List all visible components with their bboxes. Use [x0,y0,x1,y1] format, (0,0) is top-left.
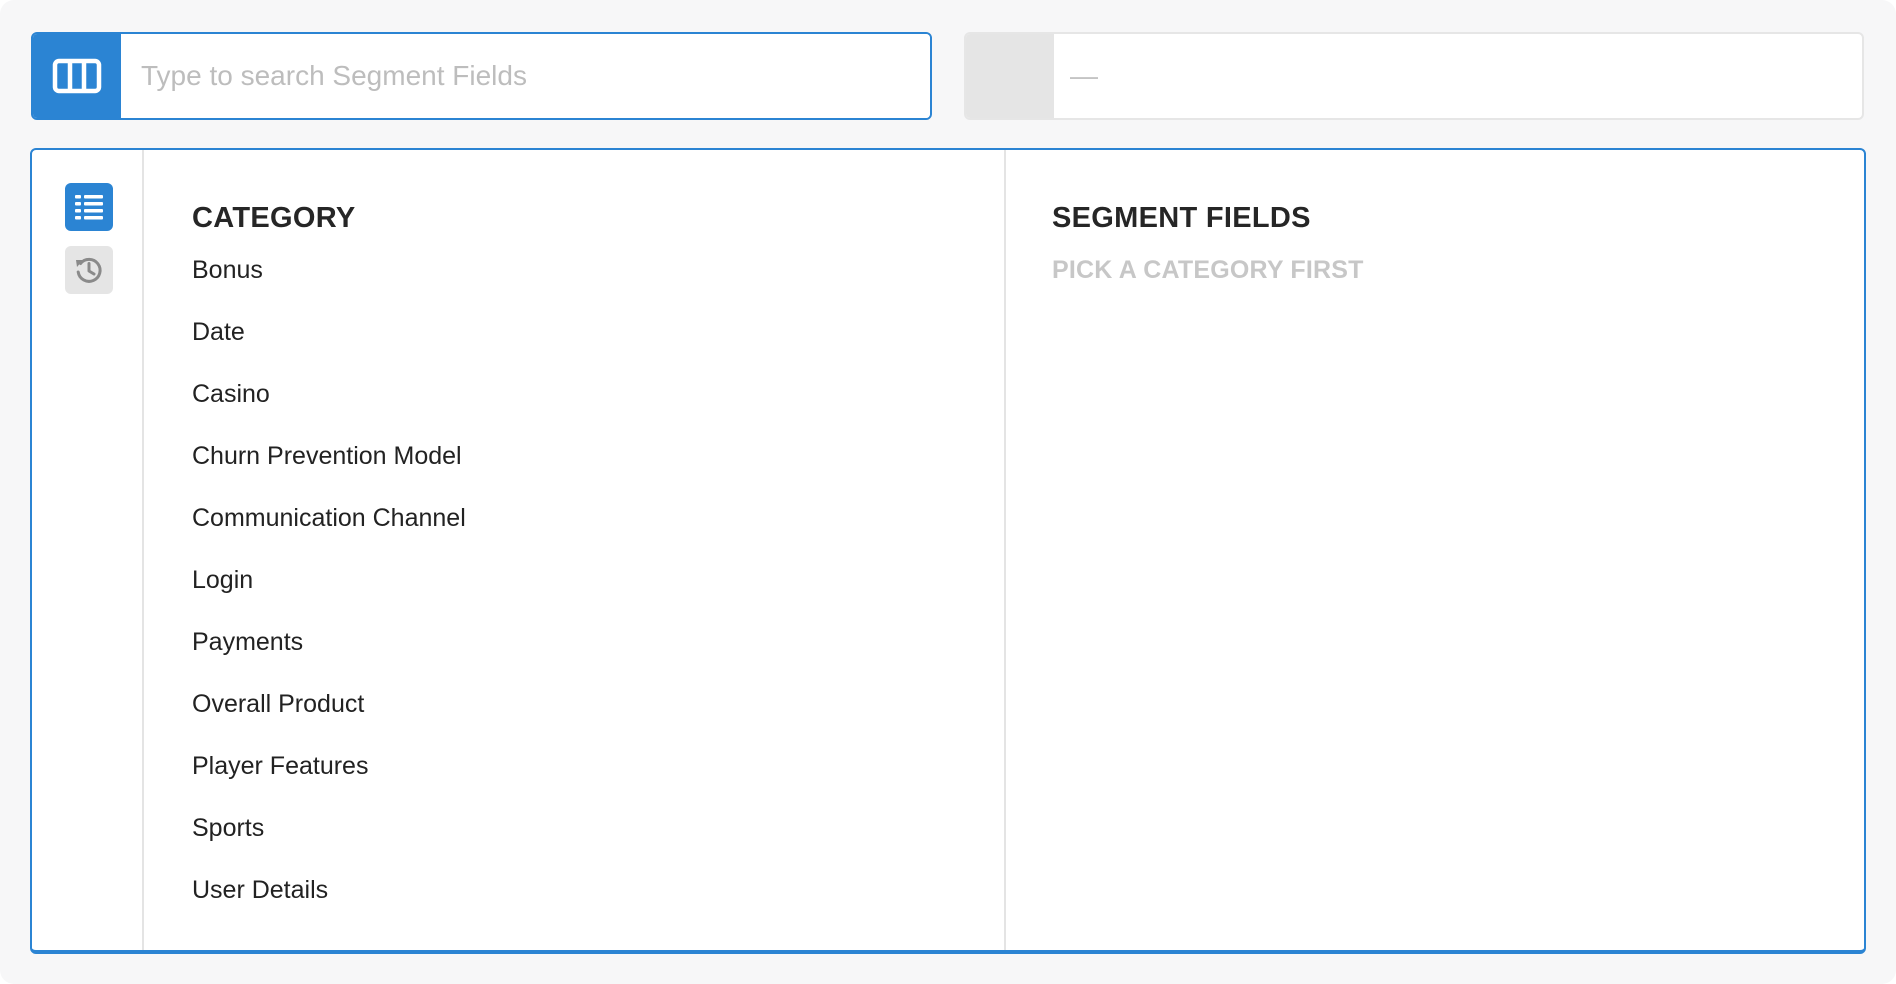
segment-fields-heading: SEGMENT FIELDS [1052,202,1311,234]
category-item[interactable]: Overall Product [192,688,466,750]
category-item[interactable]: Bonus [192,254,466,316]
picker-panel: CATEGORY Bonus Date Casino Churn Prevent… [30,148,1866,954]
category-item[interactable]: Payments [192,626,466,688]
view-rail [32,150,144,950]
category-item[interactable]: User Details [192,874,466,936]
search-bar [31,32,932,120]
columns-icon [52,58,102,94]
category-heading: CATEGORY [192,202,356,234]
column-divider [1004,150,1006,950]
segment-picker: — [0,0,1896,984]
category-item[interactable]: Casino [192,378,466,440]
columns-icon-button[interactable] [33,34,121,118]
category-item[interactable]: Login [192,564,466,626]
history-view-button[interactable] [65,246,113,294]
category-item[interactable]: Churn Prevention Model [192,440,466,502]
category-item[interactable]: Player Features [192,750,466,812]
list-view-button[interactable] [65,183,113,231]
segment-fields-hint: PICK A CATEGORY FIRST [1052,256,1364,284]
category-item[interactable]: Communication Channel [192,502,466,564]
history-icon [76,257,102,283]
selected-value-text: — [1070,60,1098,91]
category-item[interactable]: Date [192,316,466,378]
category-item[interactable]: Sports [192,812,466,874]
selected-value-field[interactable]: — [964,32,1864,120]
list-icon [75,195,103,220]
category-list: Bonus Date Casino Churn Prevention Model… [192,254,466,936]
search-input[interactable] [121,34,930,118]
value-icon-box [966,34,1054,118]
